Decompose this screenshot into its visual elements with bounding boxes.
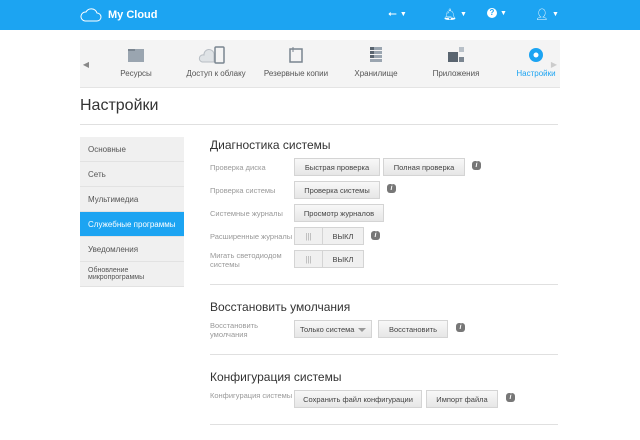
toggle-state: ВЫКЛ — [332, 254, 354, 264]
sidebar-item-utilities[interactable]: Служебные программы — [80, 212, 184, 237]
chevron-down-icon: ▼ — [551, 11, 559, 18]
tab-backups[interactable]: Резервные копии — [256, 40, 336, 88]
sidebar: Основные Сеть Мультимедиа Служебные прог… — [80, 137, 184, 287]
gear-icon — [529, 48, 543, 62]
top-header: My Cloud ⭠ ▼ 🔔︎ ▼ ? ▼ 👤︎ ▼ — [0, 0, 640, 30]
divider — [210, 284, 558, 285]
system-check-button[interactable]: Проверка системы — [294, 181, 380, 199]
save-config-button[interactable]: Сохранить файл конфигурации — [294, 390, 422, 408]
main-nav: ◀ Ресурсы Доступ к облаку Резервные копи… — [80, 40, 560, 88]
usb-menu[interactable]: ⭠ ▼ — [388, 8, 407, 21]
system-check-label: Проверка системы — [210, 186, 276, 195]
divider — [80, 124, 558, 125]
info-icon[interactable]: i — [371, 231, 380, 240]
sidebar-item-firmware[interactable]: Обновление микропрограммы — [80, 262, 184, 287]
chevron-down-icon: ▼ — [399, 11, 407, 18]
extended-logs-label: Расширенные журналы — [210, 232, 293, 241]
help-icon: ? — [487, 8, 497, 18]
chevron-down-icon: ▼ — [500, 9, 507, 17]
config-label: Конфигурация системы — [210, 391, 293, 400]
toggle-state: ВЫКЛ — [332, 231, 354, 241]
view-logs-button[interactable]: Просмотр журналов — [294, 204, 384, 222]
storage-icon — [370, 47, 382, 62]
tab-shares[interactable]: Ресурсы — [96, 40, 176, 88]
led-blink-label: Мигать светодиодом системы — [210, 251, 282, 269]
tab-settings[interactable]: Настройки — [496, 40, 576, 88]
divider — [210, 424, 558, 425]
tab-cloud-access[interactable]: Доступ к облаку — [176, 40, 256, 88]
disk-check-label: Проверка диска — [210, 163, 266, 172]
tab-label: Настройки — [516, 69, 556, 78]
app-name: My Cloud — [108, 9, 158, 21]
info-icon[interactable]: i — [387, 184, 396, 193]
backup-icon — [289, 47, 303, 63]
sidebar-item-notifications[interactable]: Уведомления — [80, 237, 184, 262]
tab-label: Приложения — [432, 69, 480, 78]
user-menu[interactable]: 👤︎ ▼ — [535, 8, 559, 21]
diagnostics-title: Диагностика системы — [210, 138, 331, 152]
toggle-handle: ||| — [295, 251, 323, 267]
usb-icon: ⭠ — [388, 8, 397, 20]
bell-icon: 🔔︎ — [443, 9, 457, 21]
tab-label: Доступ к облаку — [186, 69, 246, 78]
apps-icon — [448, 47, 464, 62]
help-menu[interactable]: ? ▼ — [487, 8, 507, 18]
tab-label: Ресурсы — [120, 69, 152, 78]
notifications-menu[interactable]: 🔔︎ ▼ — [443, 8, 467, 21]
select-value: Только система — [300, 324, 355, 334]
quick-check-button[interactable]: Быстрая проверка — [294, 158, 380, 176]
page-title: Настройки — [80, 97, 159, 114]
tab-label: Резервные копии — [263, 69, 329, 78]
toggle-handle: ||| — [295, 228, 323, 244]
restore-label: Восстановить умолчания — [210, 321, 259, 339]
cloud-logo-icon — [80, 8, 102, 22]
system-logs-label: Системные журналы — [210, 209, 283, 218]
sidebar-item-network[interactable]: Сеть — [80, 162, 184, 187]
tab-apps[interactable]: Приложения — [416, 40, 496, 88]
chevron-down-icon: ▼ — [459, 11, 467, 18]
info-icon[interactable]: i — [456, 323, 465, 332]
tab-storage[interactable]: Хранилище — [336, 40, 416, 88]
restore-select[interactable]: Только система — [294, 320, 372, 338]
restore-title: Восстановить умолчания — [210, 300, 351, 314]
cloud-device-icon — [198, 46, 225, 64]
info-icon[interactable]: i — [506, 393, 515, 402]
user-icon: 👤︎ — [535, 9, 549, 21]
divider — [210, 354, 558, 355]
restore-button[interactable]: Восстановить — [378, 320, 448, 338]
sidebar-item-general[interactable]: Основные — [80, 137, 184, 162]
folder-icon — [128, 49, 144, 62]
tab-label: Хранилище — [354, 69, 398, 78]
config-title: Конфигурация системы — [210, 370, 342, 384]
extended-logs-toggle[interactable]: ||| ВЫКЛ — [294, 227, 364, 245]
sidebar-item-media[interactable]: Мультимедиа — [80, 187, 184, 212]
nav-right-arrow[interactable]: ▶ — [548, 40, 560, 88]
full-check-button[interactable]: Полная проверка — [383, 158, 465, 176]
chevron-down-icon — [358, 328, 366, 332]
info-icon[interactable]: i — [472, 161, 481, 170]
led-blink-toggle[interactable]: ||| ВЫКЛ — [294, 250, 364, 268]
nav-left-arrow[interactable]: ◀ — [80, 40, 92, 88]
logo[interactable]: My Cloud — [80, 8, 158, 22]
import-file-button[interactable]: Импорт файла — [426, 390, 498, 408]
